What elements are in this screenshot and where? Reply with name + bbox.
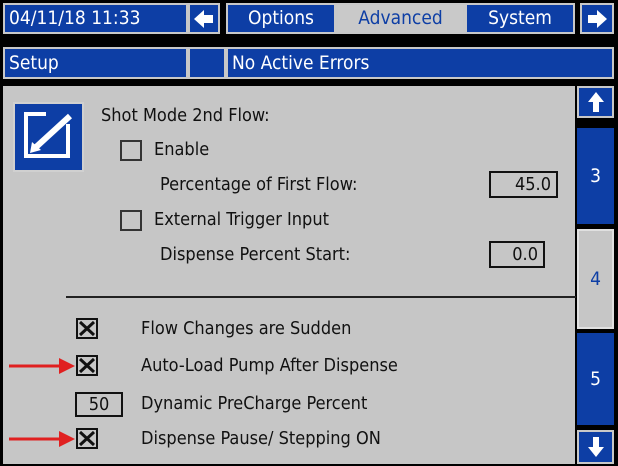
tab-system[interactable]: System [465,3,575,34]
tab-system-label: System [488,7,552,29]
precharge-label: Dynamic PreCharge Percent [141,393,368,414]
section-divider [66,296,576,298]
shot-mode-title: Shot Mode 2nd Flow: [101,105,270,126]
page-4-button[interactable]: 4 [577,229,614,329]
auto-load-label: Auto-Load Pump After Dispense [141,355,398,376]
arrow-down-icon [587,437,604,457]
enable-label: Enable [154,139,210,160]
external-trigger-checkbox[interactable] [120,210,142,231]
mode-text: Setup [9,51,59,74]
flow-sudden-checkbox[interactable] [76,318,98,339]
page-4-label: 4 [590,268,601,290]
percentage-label: Percentage of First Flow: [160,174,358,195]
precharge-input[interactable]: 50 [75,392,123,417]
tab-options-label: Options [248,7,314,29]
checkmark-x-icon [78,320,96,337]
nav-right-button[interactable] [580,3,614,34]
mode-display: Setup [3,47,188,79]
tab-advanced-label: Advanced [358,7,443,29]
dispense-start-input[interactable]: 0.0 [489,241,545,268]
scroll-up-button[interactable] [577,86,614,118]
precharge-value: 50 [88,394,110,415]
error-status-text: No Active Errors [232,51,370,74]
datetime-display: 04/11/18 11:33 [3,3,188,34]
scroll-down-button[interactable] [577,430,614,464]
percentage-value: 45.0 [514,174,551,195]
tab-advanced[interactable]: Advanced [336,3,465,34]
checkmark-x-icon [78,430,96,447]
edit-pencil-icon [24,110,73,158]
enable-checkbox[interactable] [120,140,142,161]
percentage-input[interactable]: 45.0 [489,171,558,198]
arrow-right-icon [588,9,607,28]
page-5-label: 5 [590,368,601,390]
arrow-left-icon [194,9,213,28]
external-trigger-label: External Trigger Input [154,209,329,230]
dispense-pause-checkbox[interactable] [76,428,98,449]
nav-left-button[interactable] [188,3,220,34]
dispense-start-label: Dispense Percent Start: [160,244,351,265]
edit-button[interactable] [13,102,84,172]
arrow-up-icon [587,92,604,112]
checkmark-x-icon [78,357,96,374]
error-status: No Active Errors [226,47,614,79]
annotation-arrow-icon [9,431,75,447]
tab-options[interactable]: Options [226,3,336,34]
dispense-start-value: 0.0 [512,244,538,265]
page-3-label: 3 [590,165,601,187]
status-spacer [188,47,226,79]
auto-load-checkbox[interactable] [76,355,98,376]
datetime-text: 04/11/18 11:33 [9,7,141,29]
settings-panel: Shot Mode 2nd Flow: Enable Percentage of… [3,86,576,464]
dispense-pause-label: Dispense Pause/ Stepping ON [141,428,381,449]
page-3-button[interactable]: 3 [577,128,614,224]
flow-sudden-label: Flow Changes are Sudden [141,318,352,339]
page-5-button[interactable]: 5 [577,333,614,425]
annotation-arrow-icon [9,358,75,374]
